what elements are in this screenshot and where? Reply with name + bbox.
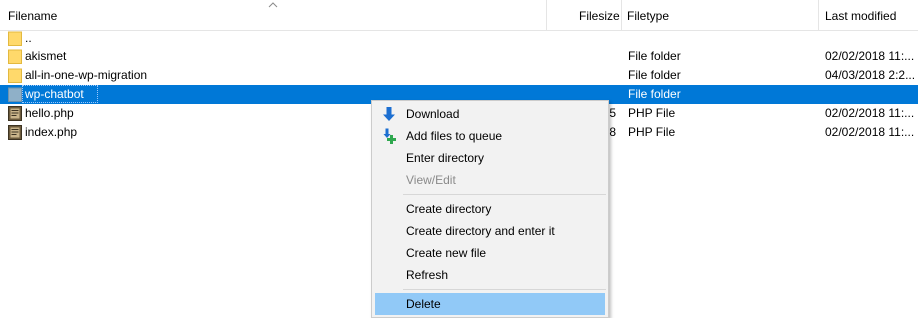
menu-item-view-edit[interactable]: View/Edit — [375, 169, 605, 191]
menu-item-enter-directory[interactable]: Enter directory — [375, 147, 605, 169]
file-modified: 02/02/2018 11:... — [825, 49, 915, 63]
file-modified — [825, 29, 915, 48]
file-type: File folder — [628, 68, 681, 82]
add-to-queue-icon — [383, 128, 396, 144]
menu-item-create-directory[interactable]: Create directory — [375, 198, 605, 220]
menu-item-label: Create directory and enter it — [406, 224, 555, 238]
sort-ascending-icon — [268, 2, 278, 8]
file-type — [628, 29, 818, 48]
file-row-akismet[interactable]: akismet File folder 02/02/2018 11:... — [0, 47, 918, 66]
file-type: File folder — [628, 87, 681, 101]
menu-item-label: Create directory — [406, 202, 492, 216]
menu-item-label: Enter directory — [406, 151, 485, 165]
menu-item-label: Download — [406, 107, 460, 121]
menu-item-delete[interactable]: Delete — [375, 293, 605, 315]
column-divider[interactable] — [546, 0, 547, 31]
file-name: .. — [25, 31, 32, 45]
file-type: PHP File — [628, 125, 676, 139]
file-size — [560, 29, 616, 48]
menu-item-label: Refresh — [406, 268, 449, 282]
file-name: index.php — [25, 125, 78, 139]
column-header-filetype[interactable]: Filetype — [627, 0, 669, 31]
file-type: File folder — [628, 49, 681, 63]
file-name: akismet — [25, 49, 67, 63]
column-divider[interactable] — [818, 0, 819, 31]
column-header-last-modified[interactable]: Last modified — [825, 0, 896, 31]
file-row-all-in-one-wp-migration[interactable]: all-in-one-wp-migration File folder 04/0… — [0, 66, 918, 85]
context-menu: Download Add files to queue Enter direct… — [371, 100, 609, 318]
menu-item-refresh[interactable]: Refresh — [375, 264, 605, 286]
column-header-filename[interactable]: Filename — [8, 0, 57, 31]
file-modified: 04/03/2018 2:2... — [825, 68, 915, 82]
folder-icon — [8, 49, 22, 64]
folder-icon — [8, 31, 22, 46]
php-file-icon — [8, 106, 22, 121]
download-arrow-icon — [383, 107, 395, 121]
file-row-parent-directory[interactable]: .. — [0, 29, 918, 48]
menu-separator — [403, 194, 606, 195]
menu-item-label: View/Edit — [406, 173, 456, 187]
column-header-filesize[interactable]: Filesize — [579, 0, 620, 31]
file-modified: 02/02/2018 11:... — [825, 106, 915, 120]
menu-item-download[interactable]: Download — [375, 103, 605, 125]
file-name: hello.php — [25, 106, 74, 120]
file-modified — [825, 85, 915, 104]
file-modified: 02/02/2018 11:... — [825, 125, 915, 139]
file-name: wp-chatbot — [25, 87, 84, 101]
folder-icon — [8, 68, 22, 83]
file-type: PHP File — [628, 106, 676, 120]
file-name: all-in-one-wp-migration — [25, 68, 148, 82]
menu-item-add-files-to-queue[interactable]: Add files to queue — [375, 125, 605, 147]
folder-icon — [8, 87, 22, 102]
file-size — [560, 66, 616, 85]
menu-item-create-directory-and-enter[interactable]: Create directory and enter it — [375, 220, 605, 242]
menu-separator — [403, 289, 606, 290]
column-divider[interactable] — [621, 0, 622, 31]
php-file-icon — [8, 125, 22, 140]
menu-item-label: Add files to queue — [406, 129, 503, 143]
menu-item-label: Delete — [406, 297, 441, 311]
file-list-header: Filename Filesize Filetype Last modified — [0, 0, 918, 31]
menu-item-label: Create new file — [406, 246, 487, 260]
menu-item-create-new-file[interactable]: Create new file — [375, 242, 605, 264]
file-size — [560, 47, 616, 66]
